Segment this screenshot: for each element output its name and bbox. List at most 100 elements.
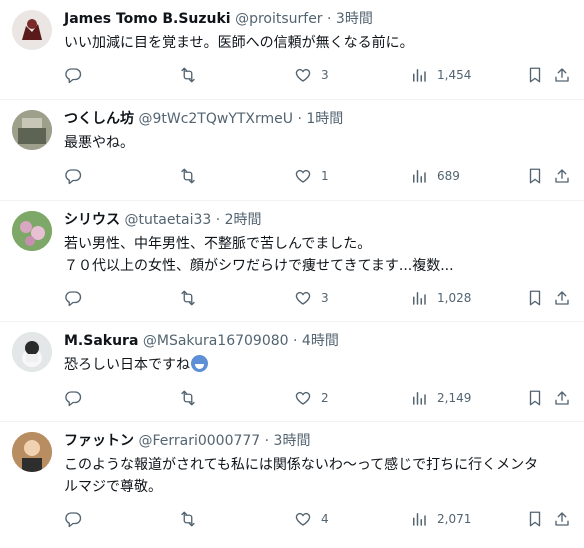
- bookmark-button[interactable]: [526, 64, 544, 86]
- like-button[interactable]: 1: [294, 165, 329, 187]
- timestamp[interactable]: · 1時間: [297, 111, 343, 127]
- avatar[interactable]: [12, 211, 52, 251]
- retweet-icon: [181, 67, 195, 83]
- heart-icon: [295, 512, 311, 526]
- share-button[interactable]: [553, 508, 571, 530]
- share-icon: [555, 169, 569, 183]
- handle[interactable]: @Ferrari0000777: [138, 433, 260, 449]
- heart-icon: [295, 291, 311, 305]
- analytics-icon: [413, 513, 426, 526]
- tweet[interactable]: シリウス @tutaetai33 · 2時間 若い男性、中年男性、不整脈で苦しん…: [0, 201, 584, 322]
- retweet-button[interactable]: [179, 508, 197, 530]
- views-button[interactable]: 689: [410, 165, 460, 187]
- avatar[interactable]: [12, 432, 52, 472]
- share-button[interactable]: [553, 165, 571, 187]
- display-name[interactable]: James Tomo B.Suzuki: [64, 11, 231, 27]
- views-button[interactable]: 1,028: [410, 287, 471, 309]
- tweet-text: このような報道がされても私には関係ないわ～って感じで打ちに行くメンタ ルマジで尊…: [64, 454, 572, 498]
- tweet-text: いい加減に目を覚ませ。医師への信頼が無くなる前に。: [64, 32, 572, 54]
- share-icon: [555, 391, 569, 405]
- reply-button[interactable]: [64, 387, 82, 409]
- reply-button[interactable]: [64, 165, 82, 187]
- tweet-text: 若い男性、中年男性、不整脈で苦しんでました。 ７０代以上の女性、顔がシワだらけで…: [64, 233, 572, 277]
- avatar[interactable]: [12, 110, 52, 150]
- timestamp[interactable]: · 3時間: [265, 433, 311, 449]
- analytics-icon: [413, 170, 426, 183]
- analytics-icon: [413, 392, 426, 405]
- heart-icon: [295, 169, 311, 183]
- tweet[interactable]: M.Sakura @MSakura16709080 · 4時間 恐ろしい日本です…: [0, 322, 584, 422]
- like-count: 4: [321, 512, 329, 526]
- share-icon: [555, 68, 569, 82]
- tweet-text: 最悪やね。: [64, 132, 572, 154]
- share-icon: [555, 291, 569, 305]
- retweet-icon: [181, 390, 195, 406]
- retweet-button[interactable]: [179, 287, 197, 309]
- bookmark-button[interactable]: [526, 387, 544, 409]
- handle[interactable]: @MSakura16709080: [143, 333, 289, 349]
- retweet-button[interactable]: [179, 64, 197, 86]
- tweet[interactable]: つくしん坊 @9tWc2TQwYTXrmeU · 1時間 最悪やね。 1 689: [0, 100, 584, 201]
- handle[interactable]: @9tWc2TQwYTXrmeU: [138, 111, 293, 127]
- tweet-text-line: ルマジで尊敬。: [64, 479, 162, 495]
- reply-button[interactable]: [64, 287, 82, 309]
- share-button[interactable]: [553, 287, 571, 309]
- bookmark-button[interactable]: [526, 287, 544, 309]
- display-name[interactable]: シリウス: [64, 212, 120, 228]
- share-button[interactable]: [553, 387, 571, 409]
- timestamp[interactable]: · 3時間: [327, 11, 373, 27]
- view-count: 2,149: [437, 391, 472, 405]
- action-bar: 2 2,149: [64, 387, 584, 409]
- action-bar: 4 2,071: [64, 508, 584, 530]
- tweet-text-line: 若い男性、中年男性、不整脈で苦しんでました。: [64, 236, 372, 252]
- tweet-header: M.Sakura @MSakura16709080 · 4時間: [64, 332, 339, 350]
- action-bar: 3 1,028: [64, 287, 584, 309]
- bookmark-button[interactable]: [526, 508, 544, 530]
- display-name[interactable]: M.Sakura: [64, 333, 138, 349]
- like-button[interactable]: 3: [294, 287, 329, 309]
- like-button[interactable]: 2: [294, 387, 329, 409]
- reply-button[interactable]: [64, 64, 82, 86]
- analytics-icon: [413, 292, 426, 305]
- avatar[interactable]: [12, 10, 52, 50]
- tweet[interactable]: ファットン @Ferrari0000777 · 3時間 このような報道がされても…: [0, 422, 584, 548]
- reply-button[interactable]: [64, 508, 82, 530]
- like-button[interactable]: 3: [294, 64, 329, 86]
- bookmark-icon: [529, 390, 541, 406]
- retweet-button[interactable]: [179, 165, 197, 187]
- bookmark-icon: [529, 290, 541, 306]
- share-icon: [555, 512, 569, 526]
- reply-icon: [65, 512, 82, 528]
- views-button[interactable]: 1,454: [410, 64, 471, 86]
- bookmark-icon: [529, 168, 541, 184]
- views-button[interactable]: 2,071: [410, 508, 471, 530]
- avatar[interactable]: [12, 332, 52, 372]
- reply-icon: [65, 391, 82, 407]
- bookmark-icon: [529, 67, 541, 83]
- display-name[interactable]: つくしん坊: [64, 111, 134, 127]
- views-button[interactable]: 2,149: [410, 387, 471, 409]
- tweet-text-line: 最悪やね。: [64, 135, 134, 151]
- timestamp[interactable]: · 4時間: [293, 333, 339, 349]
- tweet[interactable]: James Tomo B.Suzuki @proitsurfer · 3時間 い…: [0, 0, 584, 100]
- bookmark-icon: [529, 511, 541, 527]
- retweet-icon: [181, 168, 195, 184]
- analytics-icon: [413, 69, 426, 82]
- retweet-button[interactable]: [179, 387, 197, 409]
- tweet-text-line: いい加減に目を覚ませ。医師への信頼が無くなる前に。: [64, 35, 414, 51]
- tweet-text-line: このような報道がされても私には関係ないわ～って感じで打ちに行くメンタ: [64, 457, 539, 473]
- tweet-header: ファットン @Ferrari0000777 · 3時間: [64, 432, 310, 450]
- bookmark-button[interactable]: [526, 165, 544, 187]
- tweet-header: つくしん坊 @9tWc2TQwYTXrmeU · 1時間: [64, 110, 343, 128]
- handle[interactable]: @tutaetai33: [124, 212, 211, 228]
- display-name[interactable]: ファットン: [64, 433, 134, 449]
- tweet-text-line: 恐ろしい日本ですね: [64, 354, 572, 376]
- like-button[interactable]: 4: [294, 508, 329, 530]
- reply-icon: [65, 291, 82, 307]
- timestamp[interactable]: · 2時間: [216, 212, 262, 228]
- like-count: 3: [321, 291, 329, 305]
- heart-icon: [295, 68, 311, 82]
- share-button[interactable]: [553, 64, 571, 86]
- handle[interactable]: @proitsurfer: [235, 11, 323, 27]
- heart-icon: [295, 391, 311, 405]
